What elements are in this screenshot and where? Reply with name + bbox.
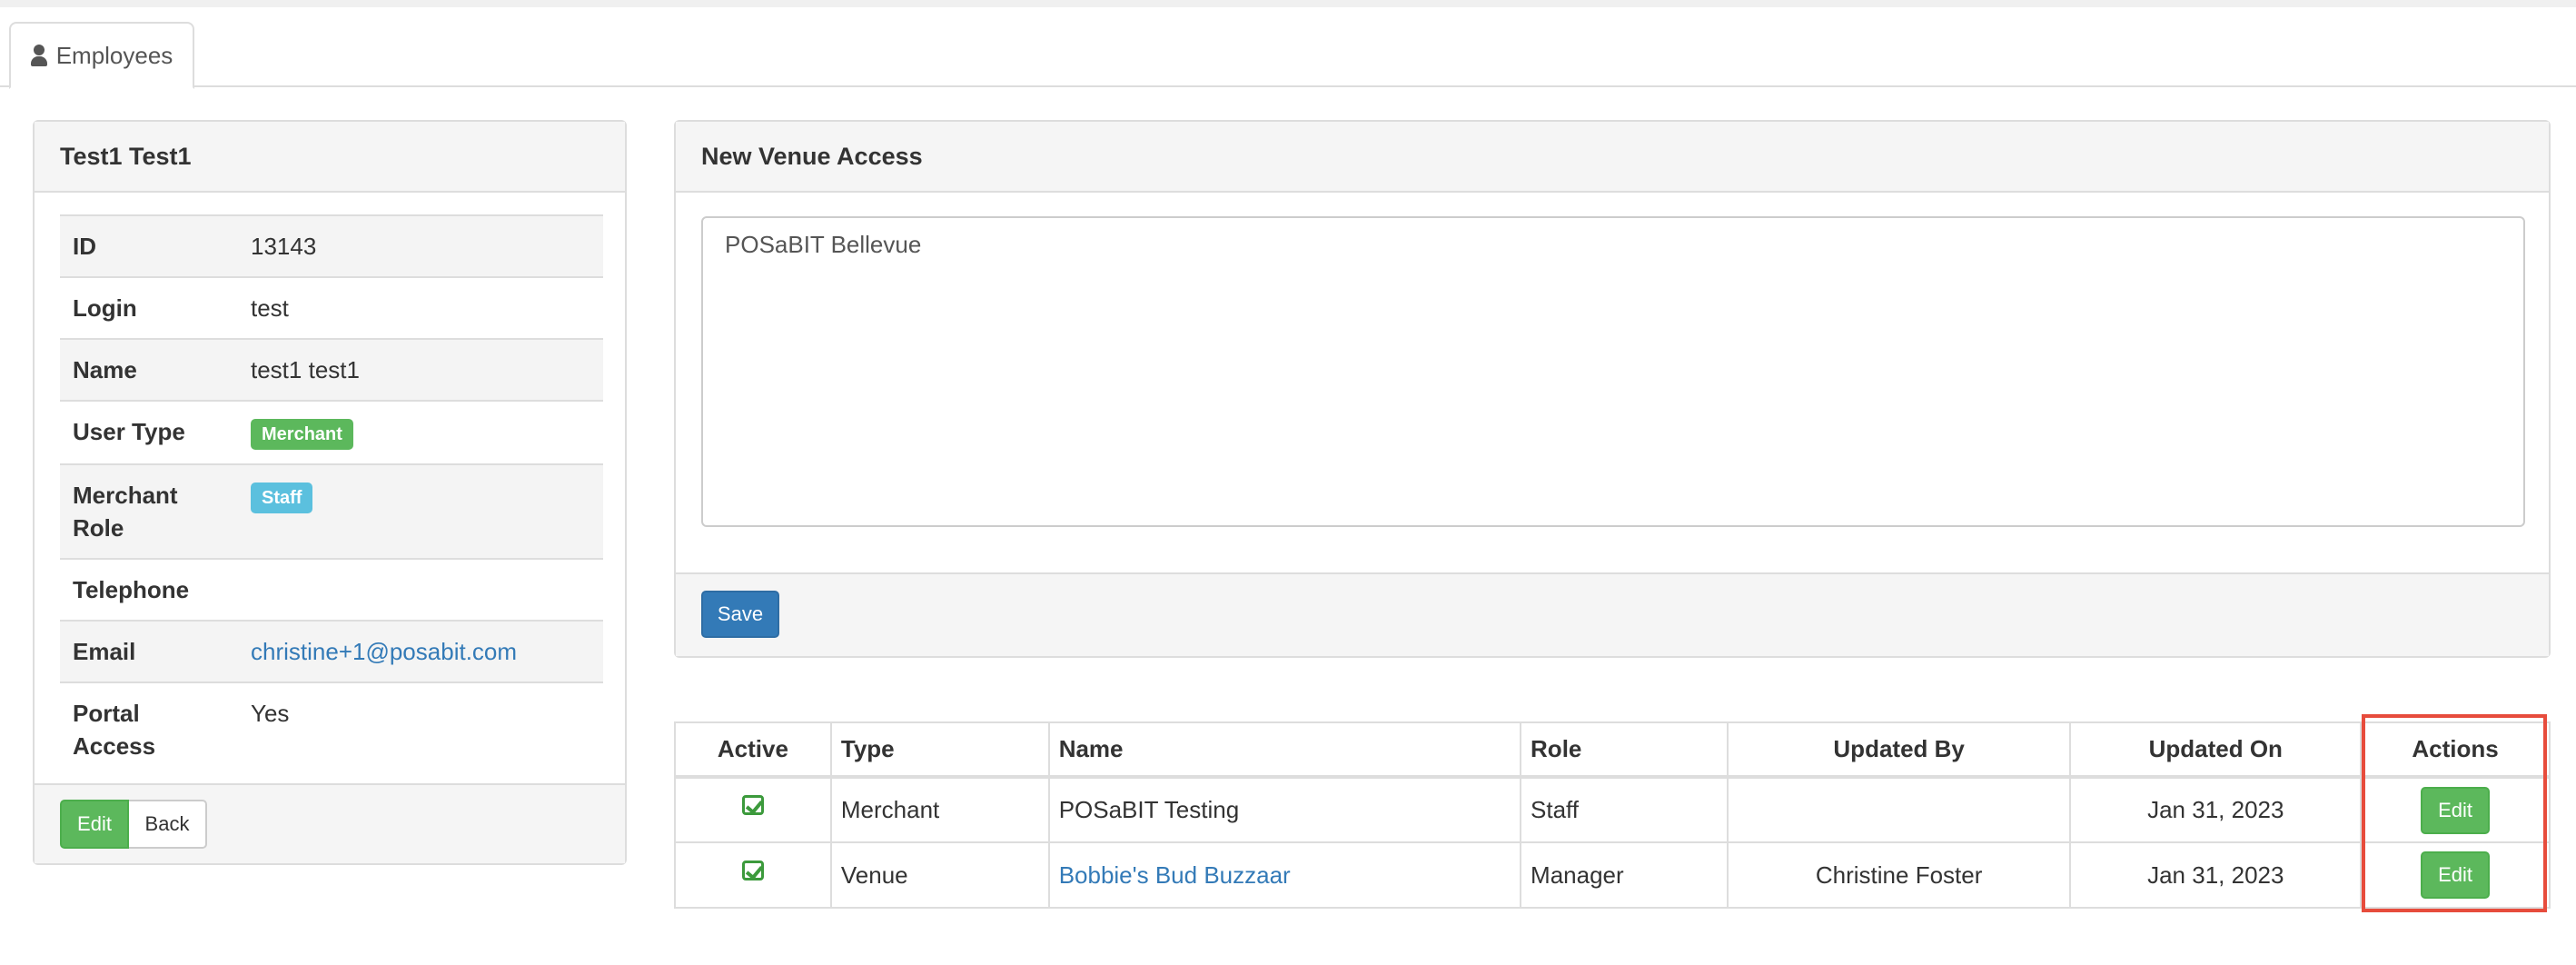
table-header-row: Active Type Name Role Updated By Updated…	[674, 721, 2551, 779]
info-value: test1 test1	[238, 338, 603, 401]
col-active: Active	[674, 721, 832, 779]
actions-cell: Edit	[2360, 841, 2551, 908]
edit-employee-button[interactable]: Edit	[60, 800, 129, 849]
updated-by-cell: Christine Foster	[1726, 841, 2072, 908]
user-icon	[30, 45, 47, 66]
venue-access-footer: Save	[676, 572, 2549, 656]
type-cell: Venue	[829, 841, 1050, 908]
tab-employees[interactable]: Employees	[9, 22, 194, 89]
venue-name-link[interactable]: Bobbie's Bud Buzzaar	[1059, 861, 1291, 889]
col-name: Name	[1047, 721, 1522, 779]
save-button[interactable]: Save	[701, 591, 779, 638]
row-edit-button[interactable]: Edit	[2421, 851, 2491, 899]
info-key: Telephone	[60, 558, 238, 621]
actions-cell: Edit	[2360, 776, 2551, 842]
type-cell: Merchant	[829, 776, 1050, 842]
employee-info-table: ID 13143 Login test Name test1 test1 Use…	[60, 214, 603, 776]
top-bar	[0, 0, 2576, 7]
name-cell: POSaBIT Testing	[1047, 776, 1522, 842]
active-cell	[674, 841, 832, 908]
user-type-badge: Merchant	[251, 419, 353, 450]
info-value: Yes	[238, 681, 603, 776]
active-cell	[674, 776, 832, 842]
info-row-merchant-role: Merchant Role Staff	[60, 463, 603, 559]
new-venue-access-panel: New Venue Access POSaBIT Bellevue Save	[674, 120, 2551, 658]
info-value	[238, 558, 603, 621]
info-value: 13143	[238, 214, 603, 277]
role-cell: Staff	[1520, 776, 1729, 842]
info-key: User Type	[60, 400, 238, 464]
col-role: Role	[1520, 721, 1729, 779]
info-row-portal-access: Portal Access Yes	[60, 681, 603, 776]
row-edit-button[interactable]: Edit	[2421, 786, 2491, 834]
venue-select-box[interactable]: POSaBIT Bellevue	[701, 216, 2525, 527]
info-row-login: Login test	[60, 276, 603, 339]
email-link[interactable]: christine+1@posabit.com	[251, 638, 517, 665]
tab-employees-label: Employees	[55, 41, 173, 69]
access-table: Active Type Name Role Updated By Updated…	[674, 721, 2551, 909]
info-row-user-type: User Type Merchant	[60, 400, 603, 464]
check-square-icon	[741, 795, 764, 816]
venue-option[interactable]: POSaBIT Bellevue	[725, 231, 921, 258]
tab-bar: Employees	[0, 20, 2576, 89]
info-value: test	[238, 276, 603, 339]
info-value: Staff	[238, 463, 603, 559]
employee-panel-title: Test1 Test1	[35, 122, 625, 193]
table-row: Merchant POSaBIT Testing Staff Jan 31, 2…	[674, 776, 2551, 842]
updated-by-cell	[1726, 776, 2072, 842]
info-row-id: ID 13143	[60, 214, 603, 277]
info-value: christine+1@posabit.com	[238, 620, 603, 682]
employee-panel: Test1 Test1 ID 13143 Login test Name tes…	[33, 120, 627, 865]
updated-on-cell: Jan 31, 2023	[2069, 841, 2363, 908]
employee-button-group: Edit Back	[60, 800, 207, 849]
info-row-email: Email christine+1@posabit.com	[60, 620, 603, 682]
employee-panel-footer: Edit Back	[35, 783, 625, 863]
col-actions: Actions	[2360, 721, 2551, 779]
updated-on-cell: Jan 31, 2023	[2069, 776, 2363, 842]
col-type: Type	[829, 721, 1050, 779]
table-row: Venue Bobbie's Bud Buzzaar Manager Chris…	[674, 841, 2551, 908]
venue-access-title: New Venue Access	[676, 122, 2549, 193]
info-key: ID	[60, 214, 238, 277]
back-button[interactable]: Back	[129, 800, 207, 849]
col-updated-on: Updated On	[2069, 721, 2363, 779]
role-cell: Manager	[1520, 841, 1729, 908]
info-key: Login	[60, 276, 238, 339]
col-updated-by: Updated By	[1726, 721, 2072, 779]
info-value: Merchant	[238, 400, 603, 464]
info-row-name: Name test1 test1	[60, 338, 603, 401]
info-key: Email	[60, 620, 238, 682]
info-key: Portal Access	[60, 681, 238, 776]
check-square-icon	[741, 860, 764, 880]
merchant-role-badge: Staff	[251, 482, 313, 513]
info-key: Name	[60, 338, 238, 401]
name-cell: Bobbie's Bud Buzzaar	[1047, 841, 1522, 908]
info-key: Merchant Role	[60, 463, 238, 559]
info-row-telephone: Telephone	[60, 558, 603, 621]
